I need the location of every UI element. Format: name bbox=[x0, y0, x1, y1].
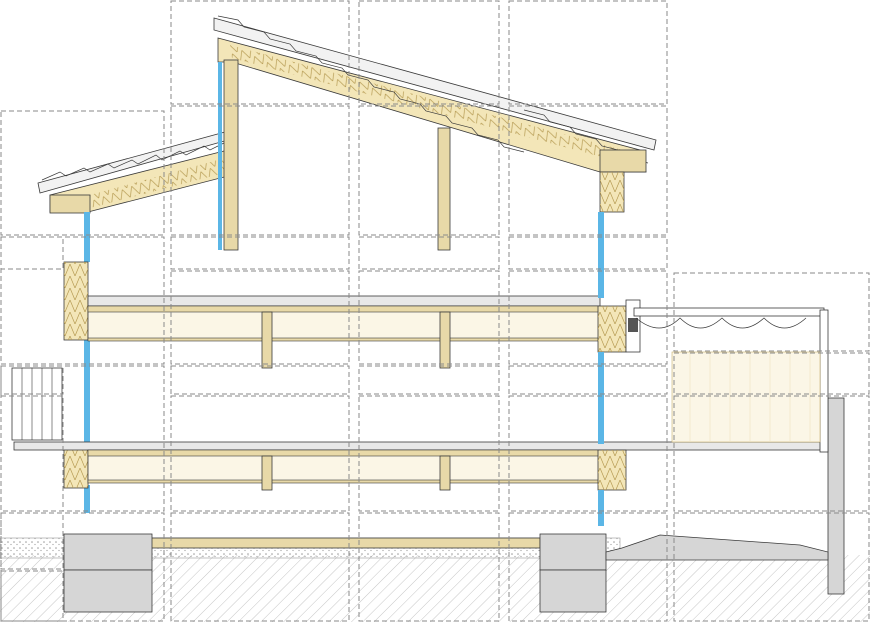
pergola-beam bbox=[633, 307, 825, 317]
ground-post-1 bbox=[261, 455, 273, 491]
upper-floor-ceiling bbox=[87, 337, 601, 342]
wall-left-insulation-pattern-upper bbox=[64, 262, 88, 340]
ground-floor bbox=[13, 441, 827, 491]
wall-left-insulation-pattern-lower bbox=[64, 448, 88, 488]
clerestory-glass bbox=[218, 62, 222, 250]
roof-main bbox=[213, 15, 657, 173]
roof-low-left bbox=[37, 131, 233, 214]
tile-frame bbox=[0, 236, 64, 270]
wall-right-glazing-ground bbox=[598, 490, 604, 526]
upper-floor bbox=[87, 295, 601, 369]
wall-right-insulation-pattern-top bbox=[600, 172, 624, 212]
ground-slab-insulation bbox=[149, 537, 541, 549]
roof-main-fascia bbox=[599, 149, 647, 173]
upper-post-2 bbox=[439, 311, 451, 369]
tile-frame bbox=[170, 236, 350, 270]
upper-floor-finish bbox=[87, 295, 601, 307]
tile-frame bbox=[170, 365, 350, 395]
ridge-post bbox=[437, 127, 451, 251]
terrace-slope bbox=[605, 534, 829, 561]
footing-right bbox=[539, 569, 607, 613]
ground-post-2 bbox=[439, 455, 451, 491]
upper-post-1 bbox=[261, 311, 273, 369]
wall-right-insulation-pattern-low bbox=[598, 450, 626, 490]
tile-frame bbox=[358, 365, 500, 395]
roof-main-cladding bbox=[213, 17, 657, 151]
tile-frame bbox=[508, 365, 668, 395]
wall-left-glazing-ground bbox=[84, 485, 90, 513]
tile-frame bbox=[508, 236, 668, 270]
foundation-right bbox=[539, 533, 607, 571]
wall-right bbox=[597, 171, 641, 526]
roof-low-fascia bbox=[49, 194, 91, 214]
foundation-left bbox=[63, 533, 153, 571]
wall-left bbox=[11, 212, 90, 513]
tile-frame bbox=[508, 0, 668, 105]
pergola-post bbox=[819, 309, 829, 453]
ground-floor-beam bbox=[87, 449, 601, 457]
ground-floor-ceiling bbox=[87, 479, 601, 484]
wall-left-glazing-lower bbox=[84, 340, 90, 448]
ground-floor-finish bbox=[13, 441, 827, 451]
roof-main-insulation-pattern bbox=[230, 45, 632, 165]
wall-right-insulation-pattern-mid bbox=[598, 306, 626, 352]
wall-left-shutter bbox=[11, 367, 63, 441]
terrace-screen bbox=[671, 351, 821, 443]
wall-right-glazing-upper bbox=[598, 212, 604, 298]
terrace-pergola bbox=[633, 307, 829, 453]
upper-floor-beam bbox=[87, 305, 601, 313]
footing-left bbox=[63, 569, 153, 613]
clerestory-post bbox=[223, 59, 239, 251]
pergola-awning bbox=[635, 317, 807, 329]
retaining-wall bbox=[827, 397, 845, 595]
building-section-drawing bbox=[0, 0, 870, 622]
wall-right-blind-roll bbox=[628, 318, 638, 332]
tile-frame bbox=[358, 236, 500, 270]
